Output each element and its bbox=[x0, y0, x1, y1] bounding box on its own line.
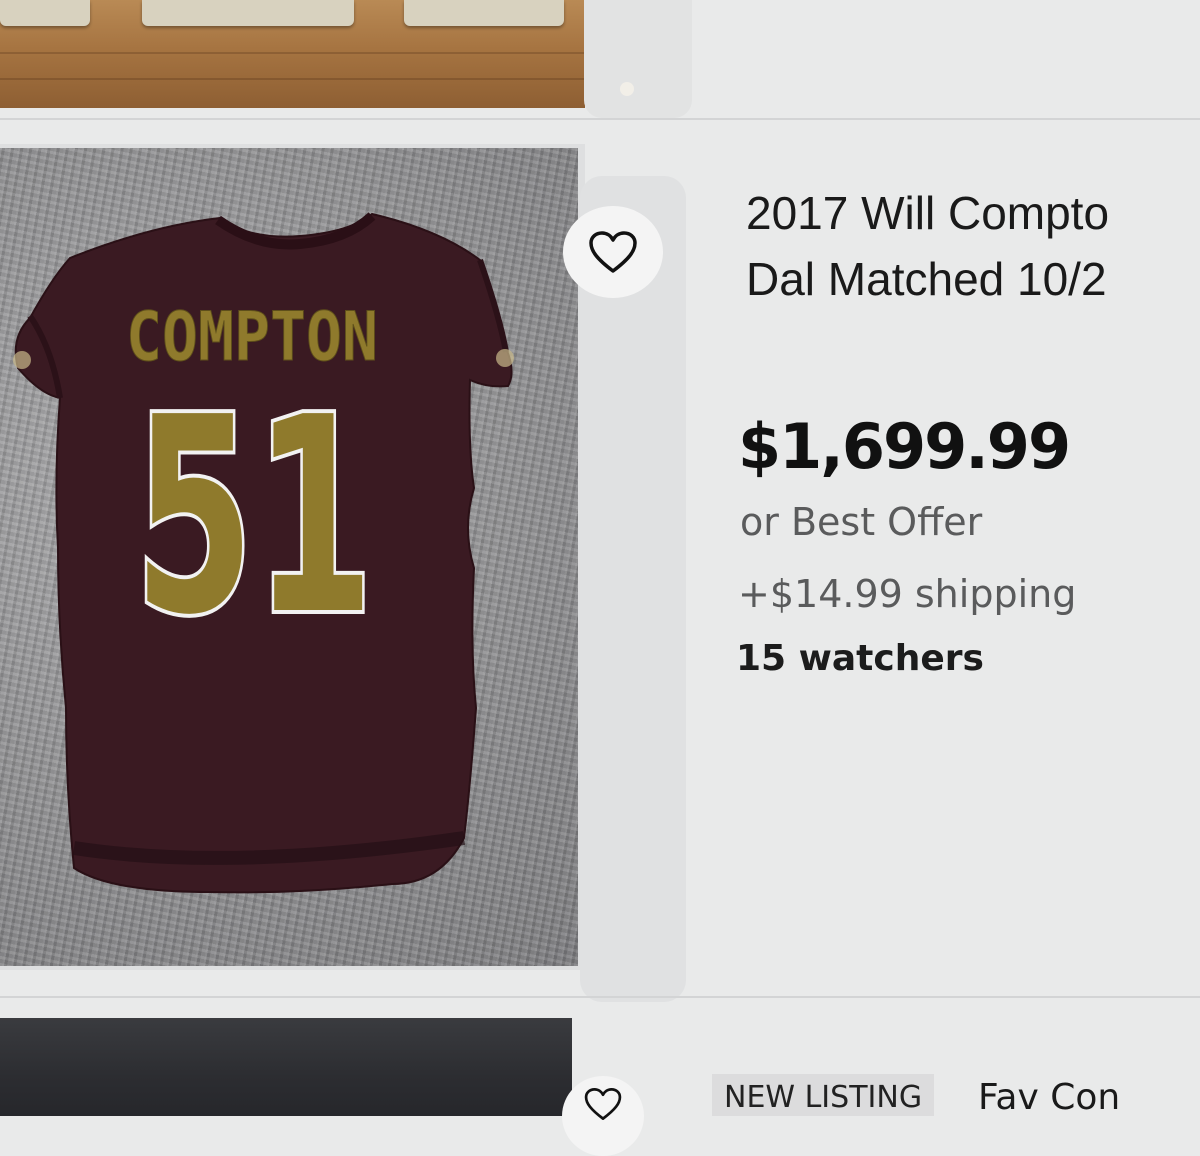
listing-title-line1[interactable]: 2017 Will Compto bbox=[746, 187, 1109, 239]
listing-title-line2[interactable]: Dal Matched 10/2 bbox=[746, 253, 1107, 305]
watch-button[interactable] bbox=[563, 206, 663, 298]
next-listing-title[interactable]: Fav Con bbox=[978, 1074, 1120, 1122]
jersey-number: 51 bbox=[134, 359, 374, 674]
previous-listing-image[interactable] bbox=[0, 0, 585, 108]
listing-divider-bottom bbox=[0, 996, 1200, 998]
best-offer-label: or Best Offer bbox=[740, 500, 983, 544]
listing-title[interactable]: 2017 Will Compto Dal Matched 10/2 bbox=[746, 180, 1200, 312]
listing-price: $1,699.99 bbox=[738, 410, 1071, 483]
next-listing-image[interactable] bbox=[0, 1018, 572, 1116]
watch-panel bbox=[580, 176, 686, 1002]
heart-icon bbox=[589, 231, 637, 273]
next-listing-watch-button[interactable] bbox=[562, 1076, 644, 1156]
shipping-cost: +$14.99 shipping bbox=[738, 572, 1077, 616]
new-listing-badge: NEW LISTING bbox=[712, 1074, 935, 1116]
heart-icon bbox=[584, 1088, 622, 1120]
previous-listing-watch-panel bbox=[584, 0, 692, 118]
previous-listing-watch-dot bbox=[620, 82, 634, 96]
jersey-image: COMPTON 51 bbox=[13, 212, 514, 894]
listing-divider bbox=[0, 118, 1200, 120]
watcher-count: 15 watchers bbox=[736, 638, 984, 679]
